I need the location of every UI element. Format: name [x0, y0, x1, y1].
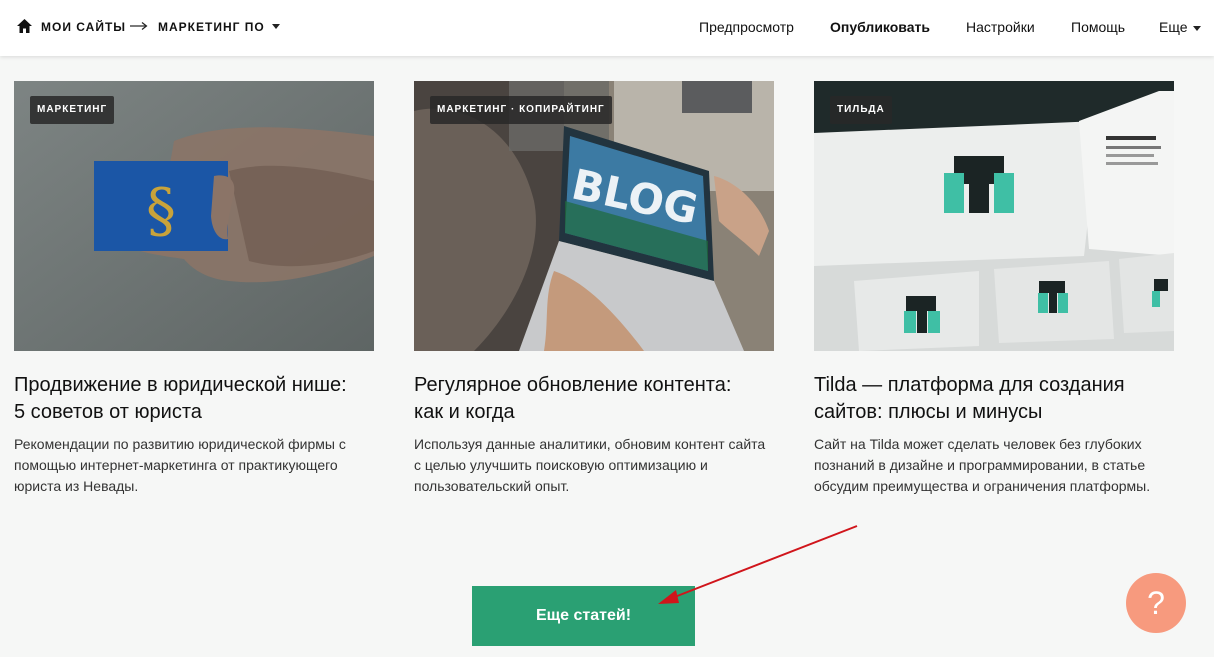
chevron-down-icon[interactable] [272, 24, 280, 29]
breadcrumb-current-project[interactable]: МАРКЕТИНГ ПО [158, 20, 265, 34]
category-tag: МАРКЕТИНГ [30, 96, 115, 124]
nav-settings[interactable]: Настройки [966, 19, 1035, 35]
category-tag: ТИЛЬДА [830, 96, 892, 124]
article-description: Используя данные аналитики, обновим конт… [414, 436, 766, 494]
chevron-down-icon [1192, 25, 1201, 31]
article-card: ТИЛЬДА Tilda — платформа для создания са… [814, 81, 1174, 497]
article-image[interactable]: BLOG МАРКЕТИНГ · КОПИРАЙТИНГ [414, 81, 774, 351]
article-card: BLOG МАРКЕТИНГ · КОПИРАЙТИНГ Регулярное … [414, 81, 774, 497]
breadcrumb-my-sites[interactable]: МОИ САЙТЫ [41, 20, 126, 34]
top-bar: МОИ САЙТЫ МАРКЕТИНГ ПО Предпросмотр Опуб… [0, 0, 1214, 56]
breadcrumb-arrow-icon [130, 22, 148, 30]
nav-more-label: Еще [1159, 19, 1188, 35]
article-card: § МАРКЕТИНГ Продвижение в юридической ни… [14, 81, 374, 497]
article-title[interactable]: Продвижение в юридической нише: 5 совето… [14, 372, 359, 426]
nav-preview[interactable]: Предпросмотр [699, 19, 794, 35]
nav-publish[interactable]: Опубликовать [830, 19, 930, 35]
category-tag: МАРКЕТИНГ · КОПИРАЙТИНГ [430, 96, 612, 124]
article-title[interactable]: Tilda — платформа для создания сайтов: п… [814, 372, 1159, 426]
article-title[interactable]: Регулярное обновление контента: как и ко… [414, 372, 759, 426]
more-articles-button[interactable]: Еще статей! [472, 586, 695, 646]
svg-text:§: § [146, 176, 176, 246]
nav-more[interactable]: Еще [1159, 19, 1201, 35]
help-bubble-button[interactable]: ? [1126, 573, 1186, 633]
home-icon[interactable] [16, 18, 33, 34]
article-description: Рекомендации по развитию юридической фир… [14, 436, 346, 494]
nav-help[interactable]: Помощь [1071, 19, 1125, 35]
article-description: Сайт на Tilda может сделать человек без … [814, 436, 1151, 494]
article-image[interactable]: § МАРКЕТИНГ [14, 81, 374, 351]
article-image[interactable]: ТИЛЬДА [814, 81, 1174, 351]
